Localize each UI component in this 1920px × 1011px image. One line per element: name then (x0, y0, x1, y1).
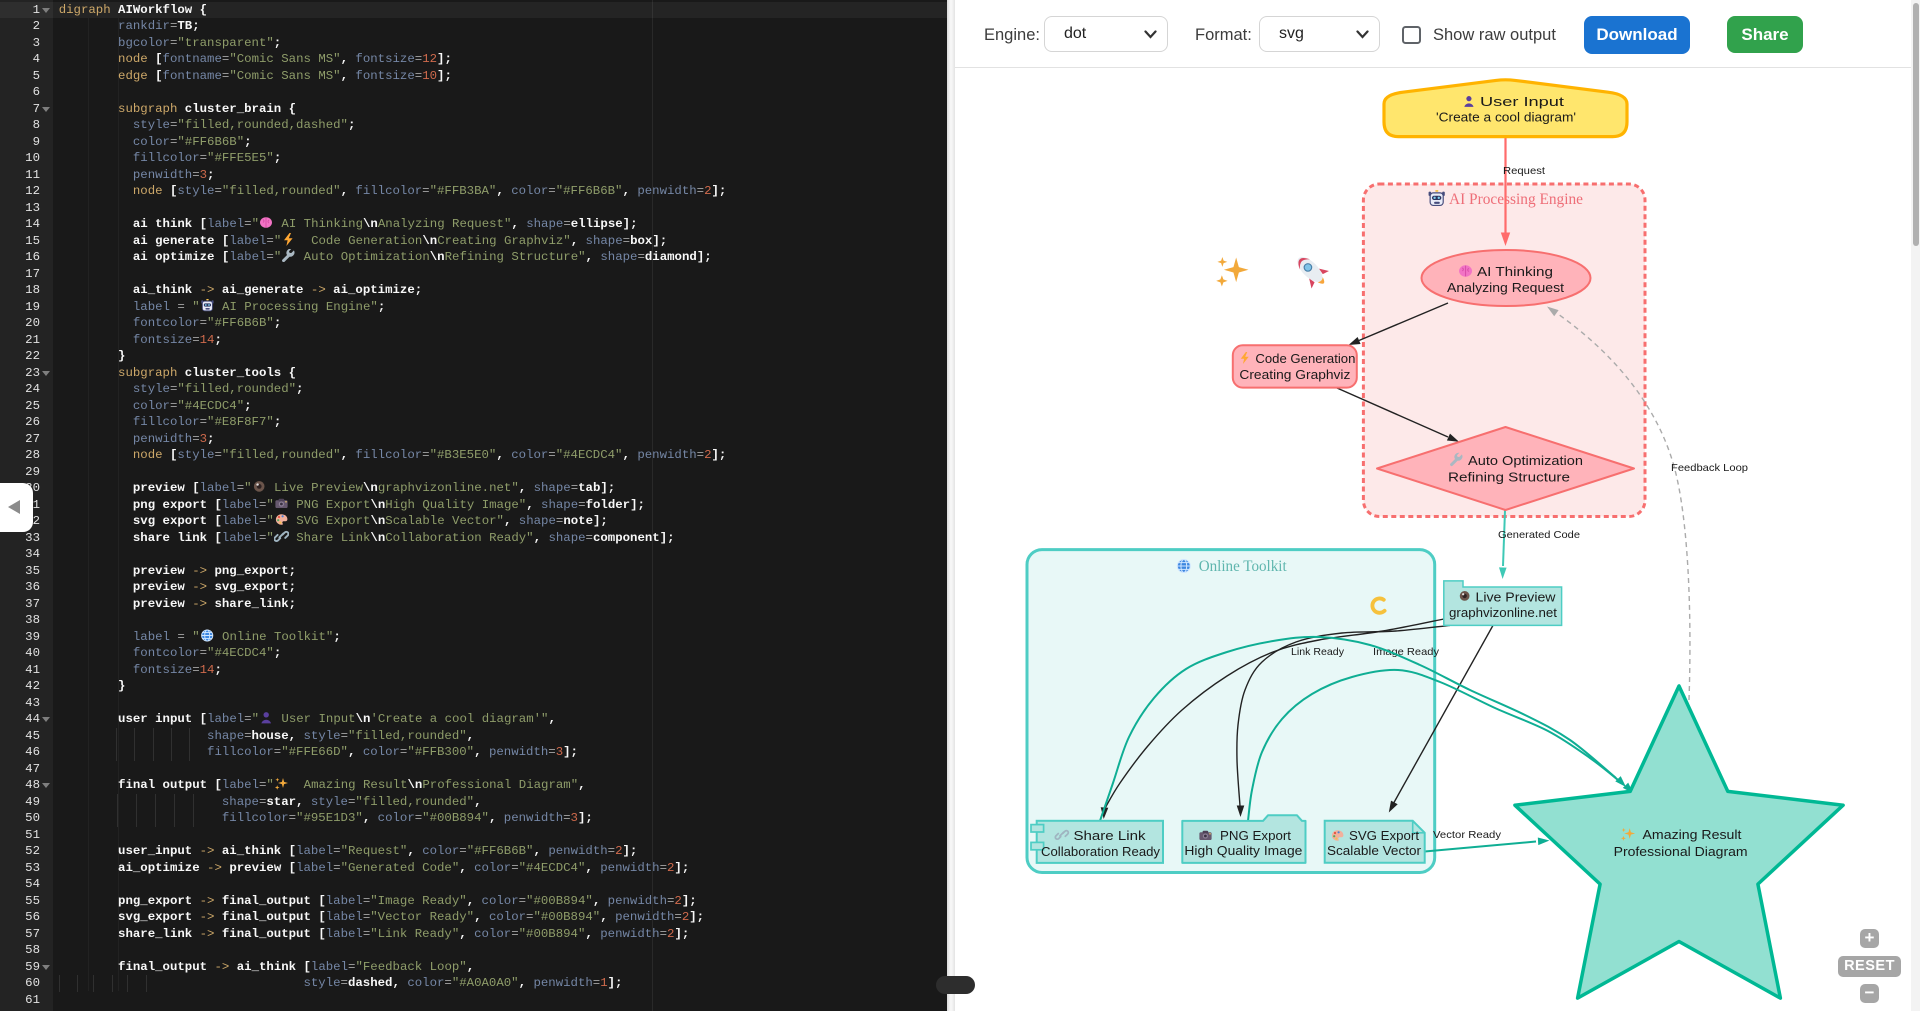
svg-text:Link Ready: Link Ready (1291, 646, 1345, 658)
svg-text:graphvizonline.net: graphvizonline.net (1449, 606, 1558, 620)
svg-text:Live Preview: Live Preview (1476, 591, 1557, 605)
svg-text:SVG Export: SVG Export (1349, 829, 1420, 843)
svg-text:Image Ready: Image Ready (1373, 646, 1440, 658)
svg-text:Amazing Result: Amazing Result (1643, 828, 1743, 842)
svg-text:'Create a cool diagram': 'Create a cool diagram' (1436, 111, 1576, 125)
svg-text:AI Processing Engine: AI Processing Engine (1449, 191, 1583, 208)
svg-text:Online Toolkit: Online Toolkit (1199, 558, 1288, 575)
svg-text:High Quality Image: High Quality Image (1184, 844, 1302, 858)
svg-text:PNG Export: PNG Export (1220, 829, 1292, 843)
svg-text:Creating Graphviz: Creating Graphviz (1239, 368, 1350, 382)
svg-text:Share Link: Share Link (1074, 829, 1147, 843)
svg-text:User Input: User Input (1480, 95, 1565, 109)
svg-text:Scalable Vector: Scalable Vector (1327, 844, 1421, 858)
svg-text:Auto Optimization: Auto Optimization (1468, 454, 1583, 468)
svg-text:Analyzing Request: Analyzing Request (1447, 281, 1565, 295)
svg-text:Professional Diagram: Professional Diagram (1614, 845, 1748, 859)
svg-text:Refining Structure: Refining Structure (1448, 471, 1570, 485)
svg-text:Feedback Loop: Feedback Loop (1671, 462, 1748, 474)
svg-text:Vector Ready: Vector Ready (1433, 829, 1502, 841)
svg-text:Code Generation: Code Generation (1255, 352, 1355, 366)
svg-text:Request: Request (1503, 165, 1545, 177)
svg-text:AI Thinking: AI Thinking (1477, 265, 1553, 279)
svg-text:Generated Code: Generated Code (1498, 529, 1580, 541)
svg-text:Collaboration Ready: Collaboration Ready (1041, 845, 1161, 859)
